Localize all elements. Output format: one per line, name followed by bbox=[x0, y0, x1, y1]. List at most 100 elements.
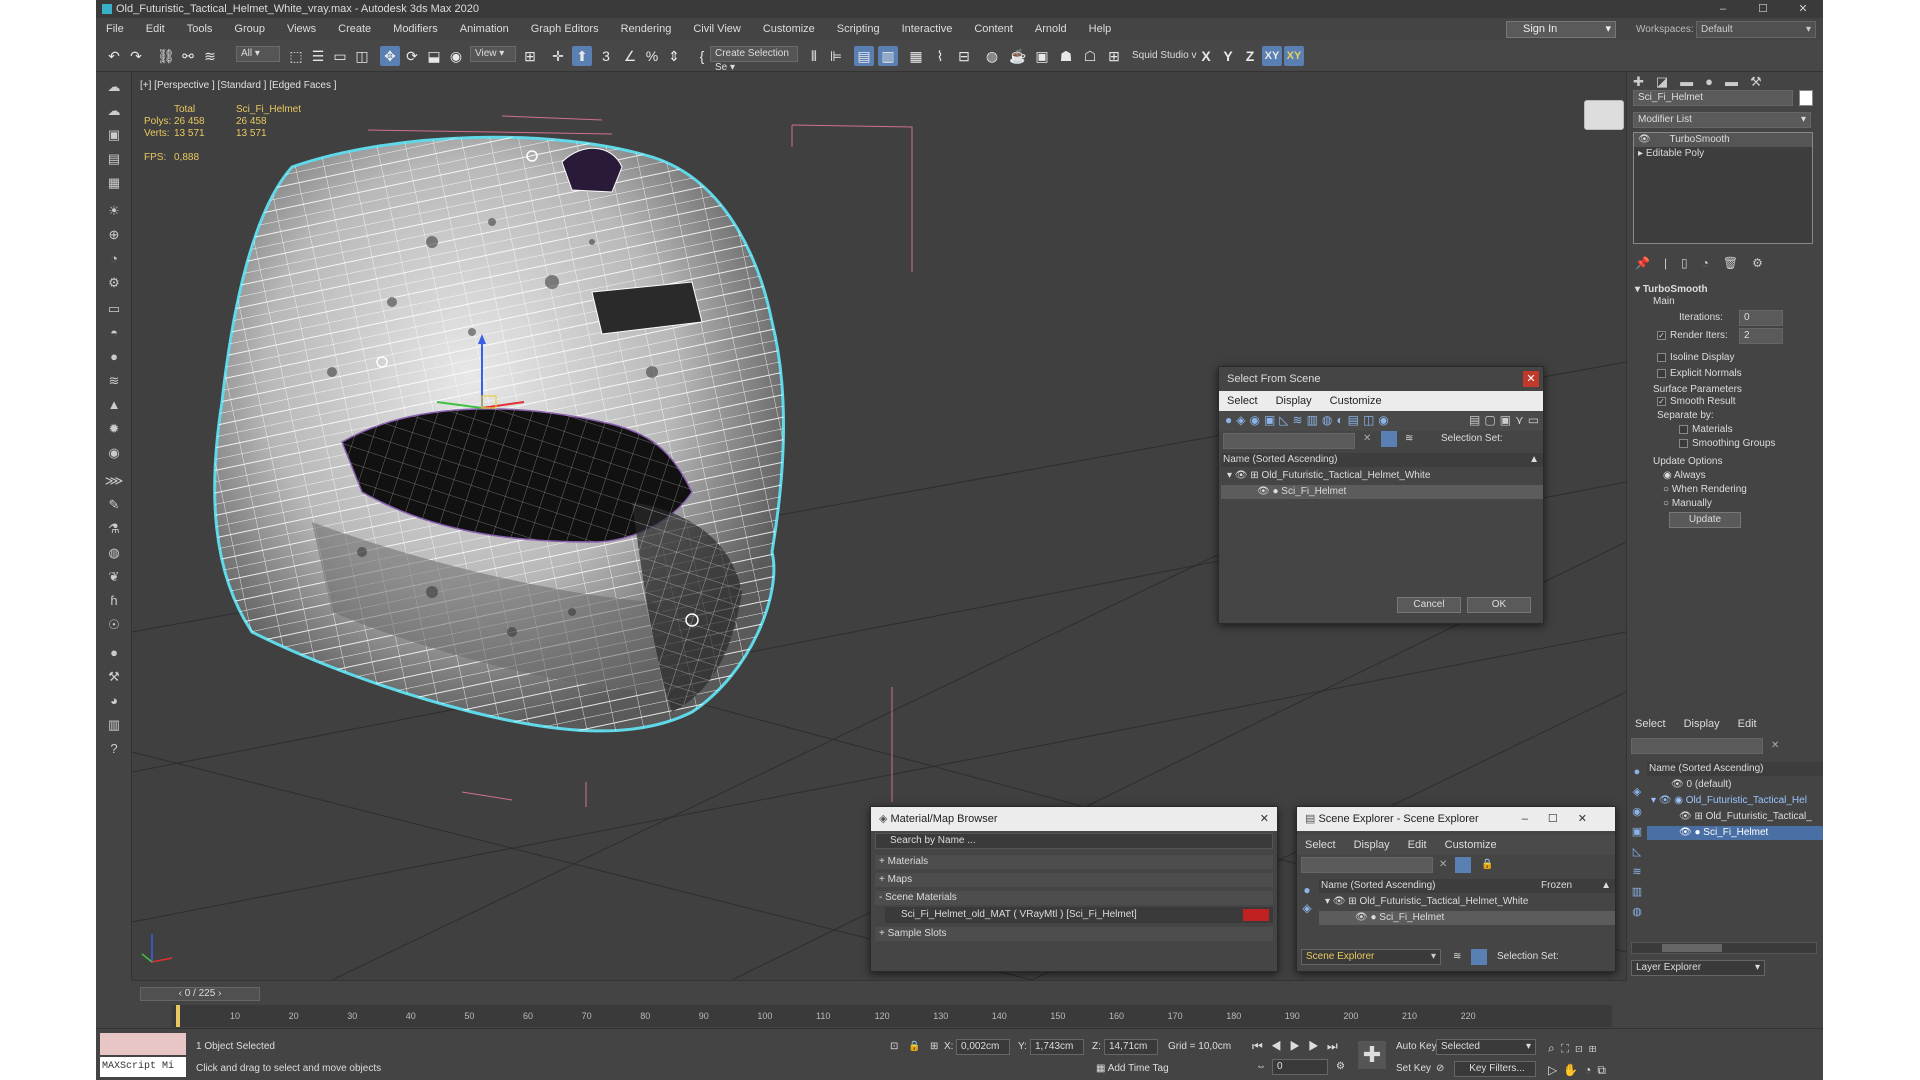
key-mode-dropdown[interactable]: Selected ▾ bbox=[1436, 1039, 1536, 1055]
hemisphere-icon[interactable]: ◓ bbox=[103, 322, 125, 344]
viewcube[interactable] bbox=[1584, 100, 1624, 130]
layers-icon[interactable]: ≋ bbox=[1405, 433, 1413, 444]
section-scene-materials[interactable]: - Scene Materials bbox=[875, 891, 1273, 905]
z-coordinate-field[interactable]: 14,71cm bbox=[1104, 1039, 1158, 1055]
minimize-button[interactable]: – bbox=[1703, 0, 1743, 18]
angle-snap-icon[interactable]: ∠ bbox=[620, 46, 640, 66]
keyboard-shortcut-override-icon[interactable]: ⬆ bbox=[572, 46, 592, 66]
tree-item[interactable]: ▾ 👁 ⊞ Old_Futuristic_Tactical_Helmet_Whi… bbox=[1319, 895, 1615, 909]
maxscript-listener[interactable] bbox=[100, 1033, 186, 1055]
hair-icon[interactable]: ≋ bbox=[103, 370, 125, 392]
percent-snap-icon[interactable]: % bbox=[642, 46, 662, 66]
time-slider[interactable]: ‹ 0 / 225 › bbox=[140, 987, 260, 1001]
material-search-field[interactable]: Search by Name ... bbox=[875, 833, 1273, 849]
viewport-label[interactable]: [+] [Perspective ] [Standard ] [Edged Fa… bbox=[140, 80, 337, 91]
select-scale-icon[interactable]: ⬓ bbox=[424, 46, 444, 66]
reference-coordinate-dropdown[interactable]: View ▾ bbox=[470, 46, 516, 62]
explorer-side-icons[interactable]: ● ◈ bbox=[1299, 881, 1315, 941]
menu-customize[interactable]: Customize bbox=[1445, 839, 1497, 851]
menu-display[interactable]: Display bbox=[1354, 839, 1390, 851]
menu-file[interactable]: File bbox=[106, 23, 124, 35]
isoline-display-checkbox[interactable]: Isoline Display bbox=[1657, 352, 1734, 363]
add-time-tag[interactable]: ▦ Add Time Tag bbox=[1096, 1063, 1169, 1074]
axis-xy-button[interactable]: XY bbox=[1262, 46, 1282, 66]
scene-explorer-toggle-icon[interactable]: ▤ bbox=[854, 46, 874, 66]
filter-toggle-icon[interactable] bbox=[1381, 431, 1397, 447]
maxscript-mini-listener[interactable]: MAXScript Mi bbox=[100, 1057, 186, 1077]
column-header[interactable]: Name (Sorted Ascending) ▲ bbox=[1221, 453, 1543, 467]
window-controls[interactable]: –☐✕ bbox=[1522, 807, 1607, 831]
layer-item[interactable]: 👁 ⊞ Old_Futuristic_Tactical_ bbox=[1647, 810, 1823, 824]
menu-scripting[interactable]: Scripting bbox=[837, 23, 880, 35]
select-move-icon[interactable]: ✥ bbox=[380, 46, 400, 66]
layer-column-header[interactable]: Name (Sorted Ascending) bbox=[1647, 762, 1823, 776]
mirror-icon[interactable]: ⫴ bbox=[804, 46, 824, 66]
sphere-icon[interactable]: ● bbox=[103, 346, 125, 368]
cloud-icon[interactable]: ☁ bbox=[103, 76, 125, 98]
iterations-spinner[interactable]: 0 bbox=[1739, 310, 1783, 326]
brush-icon[interactable]: ✎ bbox=[103, 494, 125, 516]
object-color-swatch[interactable] bbox=[1799, 90, 1813, 106]
unlink-icon[interactable]: ⚯ bbox=[178, 46, 198, 66]
named-selection-set-dropdown[interactable]: Create Selection Se ▾ bbox=[710, 46, 798, 73]
sphere-blue-icon[interactable]: ● bbox=[103, 642, 125, 664]
render-in-cloud-icon[interactable]: ⊞ bbox=[1104, 46, 1124, 66]
display-icons[interactable]: ▤▢▣⋎▭ bbox=[1469, 413, 1543, 427]
material-editor-icon[interactable]: ◍ bbox=[982, 46, 1002, 66]
scene-explorer-titlebar[interactable]: ▤ Scene Explorer - Scene Explorer –☐✕ bbox=[1297, 807, 1615, 831]
globe-icon[interactable]: ◍ bbox=[103, 542, 125, 564]
update-button[interactable]: Update bbox=[1669, 512, 1741, 528]
layer-side-icons[interactable]: ● ◈ ◉ ▣ ◺ ≋ ▥ ◍ bbox=[1629, 762, 1645, 922]
explorer-name-dropdown[interactable]: Scene Explorer ▾ bbox=[1301, 949, 1441, 965]
playback-controls[interactable]: ⏮◀▶▶⏭ bbox=[1252, 1039, 1346, 1054]
fur-icon[interactable]: ⋙ bbox=[103, 470, 125, 492]
spinner-snap-icon[interactable]: ⇕ bbox=[664, 46, 684, 66]
close-icon[interactable]: ✕ bbox=[1523, 371, 1539, 387]
layer-item[interactable]: 👁 ● Sci_Fi_Helmet bbox=[1647, 826, 1823, 840]
menu-modifiers[interactable]: Modifiers bbox=[393, 23, 438, 35]
layers-icon[interactable]: ≋ bbox=[1453, 951, 1461, 962]
menu-customize[interactable]: Customize bbox=[763, 23, 815, 35]
manually-radio[interactable]: ○ Manually bbox=[1663, 498, 1712, 509]
section-sample-slots[interactable]: + Sample Slots bbox=[875, 927, 1273, 941]
headphones-icon[interactable]: ◔ bbox=[103, 248, 125, 270]
stack-tools[interactable]: 📌|▯◔🗑⚙ bbox=[1635, 256, 1777, 270]
axis-z-button[interactable]: Z bbox=[1240, 46, 1260, 66]
filter-icons[interactable]: ●◈◉▣◺≋▥◍◐▤◫◉ bbox=[1225, 413, 1393, 427]
y-coordinate-field[interactable]: 1,743cm bbox=[1030, 1039, 1084, 1055]
always-radio[interactable]: ◉ Always bbox=[1663, 470, 1706, 481]
box-open-icon[interactable]: ▥ bbox=[103, 714, 125, 736]
key-filters-icon[interactable]: ⊘ bbox=[1436, 1063, 1444, 1074]
menu-interactive[interactable]: Interactive bbox=[902, 23, 953, 35]
menu-help[interactable]: Help bbox=[1089, 23, 1112, 35]
section-maps[interactable]: + Maps bbox=[875, 873, 1273, 887]
workspace-select[interactable]: Default ▾ bbox=[1696, 21, 1816, 38]
sun-icon[interactable]: ✹ bbox=[103, 418, 125, 440]
help-icon[interactable]: ? bbox=[103, 738, 125, 760]
menu-select[interactable]: Select bbox=[1227, 395, 1258, 407]
render-iters-spinner[interactable]: 2 bbox=[1739, 328, 1783, 344]
lock-icon[interactable]: 🔒 bbox=[908, 1041, 920, 1052]
axis-y-button[interactable]: Y bbox=[1218, 46, 1238, 66]
ok-button[interactable]: OK bbox=[1467, 597, 1531, 613]
hair-fx-icon[interactable]: ɦ bbox=[103, 590, 125, 612]
stack-item-turbosmooth[interactable]: 👁 TurboSmooth bbox=[1634, 133, 1812, 147]
menu-display[interactable]: Display bbox=[1684, 718, 1720, 730]
clear-search-icon[interactable]: ✕ bbox=[1363, 433, 1371, 444]
select-by-name-icon[interactable]: ☰ bbox=[308, 46, 328, 66]
robot-icon[interactable]: ⚙ bbox=[103, 272, 125, 294]
window-crossing-icon[interactable]: ◫ bbox=[352, 46, 372, 66]
tree-item[interactable]: 👁 ● Sci_Fi_Helmet bbox=[1221, 485, 1543, 499]
material-browser-titlebar[interactable]: ◈ Material/Map Browser ✕ bbox=[871, 807, 1277, 831]
globe-blue-icon[interactable]: ◕ bbox=[103, 690, 125, 712]
section-materials[interactable]: + Materials bbox=[875, 855, 1273, 869]
track-bar[interactable]: 10 20 30 40 50 60 70 80 90 100 110 120 130 140 150 160 1… bbox=[172, 1005, 1612, 1027]
menu-create[interactable]: Create bbox=[338, 23, 371, 35]
menu-display[interactable]: Display bbox=[1276, 395, 1312, 407]
select-place-icon[interactable]: ◉ bbox=[446, 46, 466, 66]
x-coordinate-field[interactable]: 0,002cm bbox=[956, 1039, 1010, 1055]
tree-item[interactable]: 👁 ● Sci_Fi_Helmet bbox=[1319, 911, 1615, 925]
curve-editor-icon[interactable]: ⌇ bbox=[930, 46, 950, 66]
isolate-icon[interactable]: ⊡ bbox=[890, 1041, 898, 1052]
menu-customize[interactable]: Customize bbox=[1330, 395, 1382, 407]
